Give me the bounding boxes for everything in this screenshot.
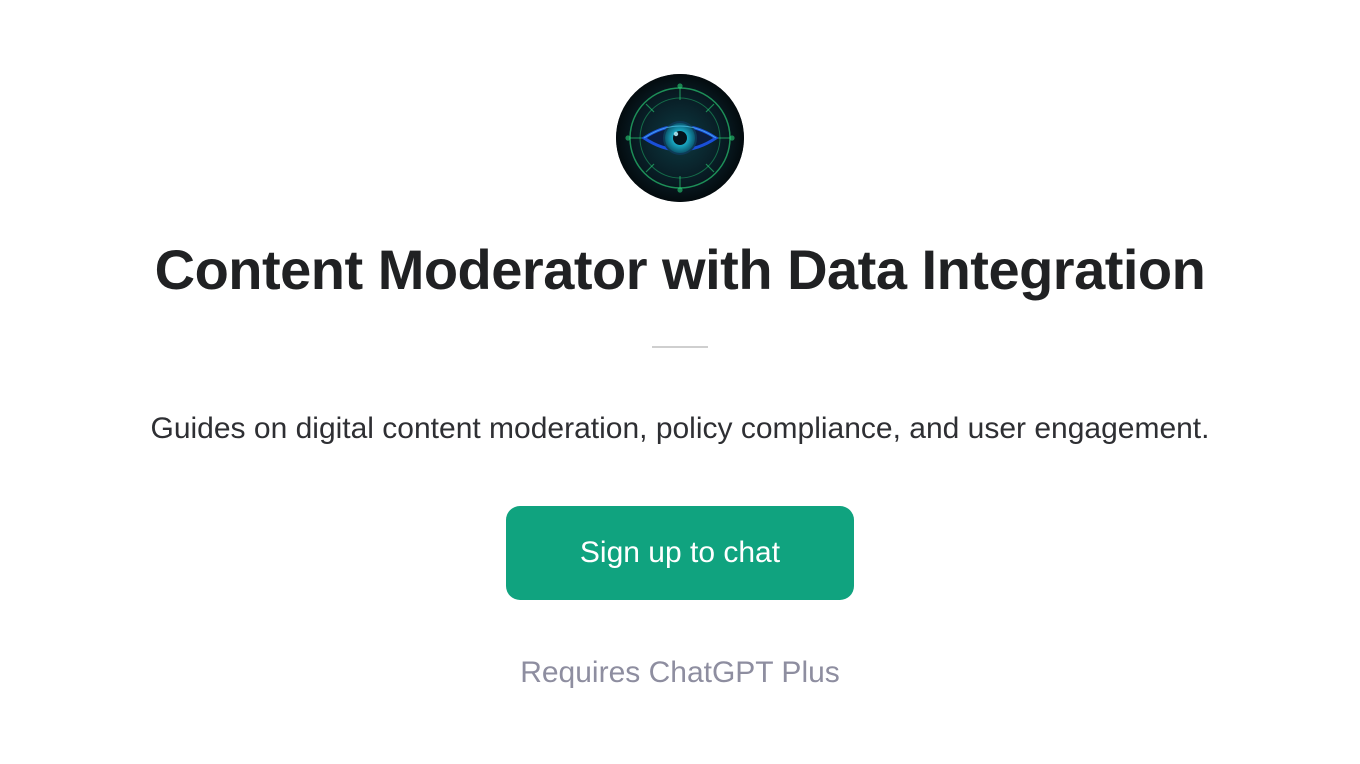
page-subtitle: Guides on digital content moderation, po… bbox=[151, 408, 1210, 450]
title-divider bbox=[652, 346, 708, 348]
eye-circuit-icon bbox=[616, 74, 744, 202]
signup-button[interactable]: Sign up to chat bbox=[506, 506, 854, 600]
page-title: Content Moderator with Data Integration bbox=[155, 238, 1206, 302]
requirement-text: Requires ChatGPT Plus bbox=[520, 656, 840, 690]
gpt-avatar bbox=[616, 74, 744, 202]
